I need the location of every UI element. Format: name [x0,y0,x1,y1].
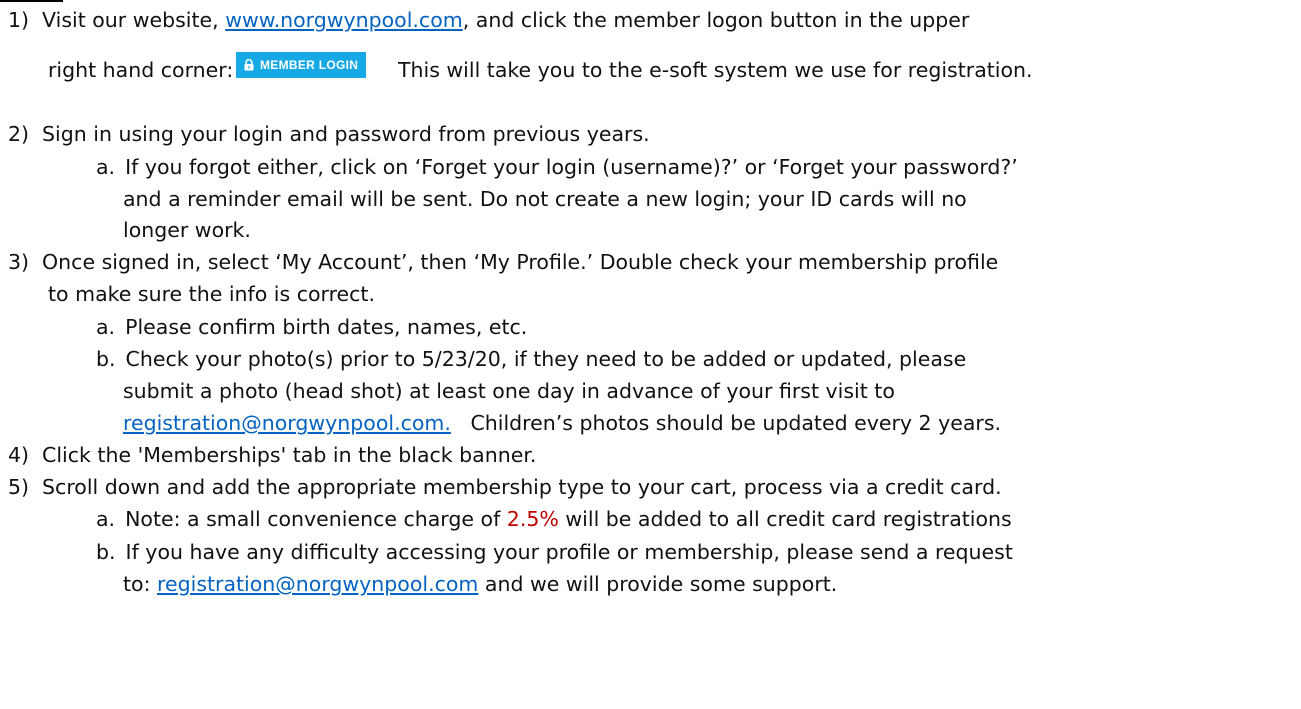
step-1-text-pre: Visit our website, [42,8,226,32]
step-1-line-1: 1) Visit our website, www.norgwynpool.com… [8,6,969,34]
step-3b-label: b. [96,347,116,371]
step-2-text: Sign in using your login and password fr… [42,122,650,146]
step-3b-line-3: registration@norgwynpool.com. Children’s… [123,409,1001,437]
step-5-number: 5) [8,475,30,499]
step-5b-text-1: If you have any difficulty accessing you… [125,540,1013,564]
step-1-line-2b: This will take you to the e-soft system … [398,56,1033,84]
step-3-text-2: to make sure the info is correct. [48,282,375,306]
step-2-line-1: 2) Sign in using your login and password … [8,120,650,148]
step-2a-line-3: longer work. [123,216,251,244]
step-1-number: 1) [8,8,30,32]
convenience-charge-percent: 2.5% [506,507,559,531]
step-5b-line-2: to: registration@norgwynpool.com and we … [123,570,837,598]
step-1-cont-pre: right hand corner: [48,58,234,82]
step-5b-text-pre: to: [123,572,158,596]
step-4-text: Click the 'Memberships' tab in the black… [42,443,537,467]
step-1-text-post: , and click the member logon button in t… [462,8,970,32]
step-5a-text-pre: Note: a small convenience charge of [125,507,507,531]
step-5-line: 5) Scroll down and add the appropriate me… [8,473,1002,501]
step-3b-line-2: submit a photo (head shot) at least one … [123,377,895,405]
step-2a-text-1: If you forgot either, click on ‘Forget y… [125,155,1018,179]
step-3-line-1: 3) Once signed in, select ‘My Account’, t… [8,248,998,276]
step-5b-line-1: b. If you have any difficulty accessing y… [96,538,1013,566]
registration-email-link-2[interactable]: registration@norgwynpool.com [157,572,478,596]
step-2a-line-2: and a reminder email will be sent. Do no… [123,185,967,213]
step-1-line-2: right hand corner: [48,56,233,84]
step-4-line: 4) Click the 'Memberships' tab in the bla… [8,441,536,469]
step-2a-text-2: and a reminder email will be sent. Do no… [123,187,967,211]
step-3b-text-3: Children’s photos should be updated ever… [450,411,1002,435]
step-5a-text-post: will be added to all credit card registr… [558,507,1012,531]
step-5b-text-post: and we will provide some support. [478,572,838,596]
step-3-text-1: Once signed in, select ‘My Account’, the… [42,250,999,274]
step-2a-label: a. [96,155,116,179]
step-3-line-2: to make sure the info is correct. [48,280,375,308]
step-2-number: 2) [8,122,30,146]
step-3b-text-1: Check your photo(s) prior to 5/23/20, if… [125,347,967,371]
step-2a-line-1: a. If you forgot either, click on ‘Forget… [96,153,1018,181]
step-5-text: Scroll down and add the appropriate memb… [42,475,1002,499]
top-rule [0,0,63,2]
website-link[interactable]: www.norgwynpool.com [225,8,463,32]
member-login-label: MEMBER LOGIN [260,58,359,72]
step-5b-label: b. [96,540,116,564]
registration-email-link-1[interactable]: registration@norgwynpool.com. [123,411,451,435]
step-3-number: 3) [8,250,30,274]
step-5a-line: a. Note: a small convenience charge of 2.… [96,505,1012,533]
step-4-number: 4) [8,443,30,467]
member-login-button[interactable]: MEMBER LOGIN [236,52,367,78]
step-5a-label: a. [96,507,116,531]
lock-icon [244,59,254,71]
step-2a-text-3: longer work. [123,218,251,242]
step-1-cont-post: This will take you to the e-soft system … [398,58,1033,82]
step-3b-text-2: submit a photo (head shot) at least one … [123,379,895,403]
step-3b-line-1: b. Check your photo(s) prior to 5/23/20, … [96,345,966,373]
step-3a-text: Please confirm birth dates, names, etc. [125,315,528,339]
step-3a-line: a. Please confirm birth dates, names, etc… [96,313,527,341]
step-3a-label: a. [96,315,116,339]
